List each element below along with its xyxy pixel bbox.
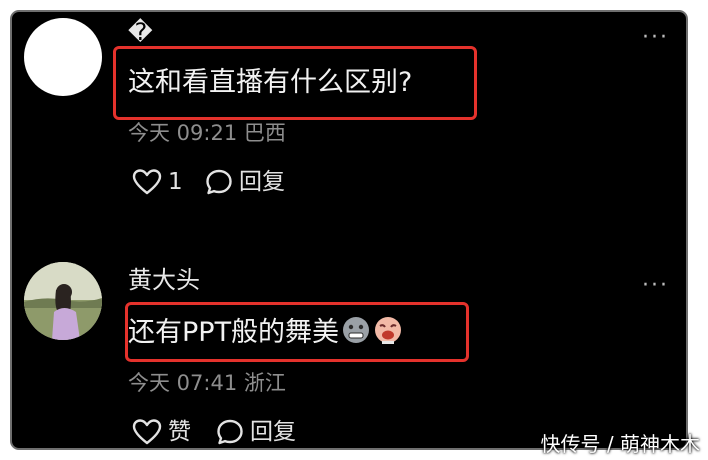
comment-meta: 今天 09:21 巴西 (128, 121, 286, 145)
crying-sticker-icon (373, 315, 403, 354)
reply-label: 回复 (250, 419, 296, 445)
comment-text: 还有PPT般的舞美 (128, 315, 403, 354)
comment-bubble-icon (217, 419, 243, 445)
grimace-sticker-icon (341, 315, 371, 354)
more-options-icon[interactable]: ··· (642, 27, 669, 49)
like-count: 1 (168, 169, 183, 195)
like-label: 赞 (168, 419, 191, 445)
watermark: 快传号 / 萌神木木 (540, 432, 700, 456)
avatar[interactable] (24, 262, 102, 340)
username[interactable]: 黄大头 (128, 266, 200, 294)
more-options-icon[interactable]: ··· (642, 275, 669, 297)
reply-button[interactable]: 回复 (205, 168, 285, 196)
comment-text-body: 还有PPT般的舞美 (128, 317, 340, 348)
like-button[interactable]: 1 (132, 168, 183, 196)
reply-button[interactable]: 回复 (216, 418, 296, 446)
heart-icon (132, 169, 162, 195)
avatar-photo (24, 262, 102, 340)
avatar[interactable] (24, 18, 102, 96)
comment-text: 这和看直播有什么区别? (128, 67, 413, 98)
heart-icon (132, 419, 162, 445)
reply-label: 回复 (239, 169, 285, 195)
username[interactable]: � (128, 18, 153, 46)
comment-meta: 今天 07:41 浙江 (128, 371, 286, 395)
comment-panel: � ··· 这和看直播有什么区别? 今天 09:21 巴西 1 回复 黄大头 ·… (10, 10, 688, 450)
comment-bubble-icon (206, 169, 232, 195)
like-button[interactable]: 赞 (132, 418, 191, 446)
